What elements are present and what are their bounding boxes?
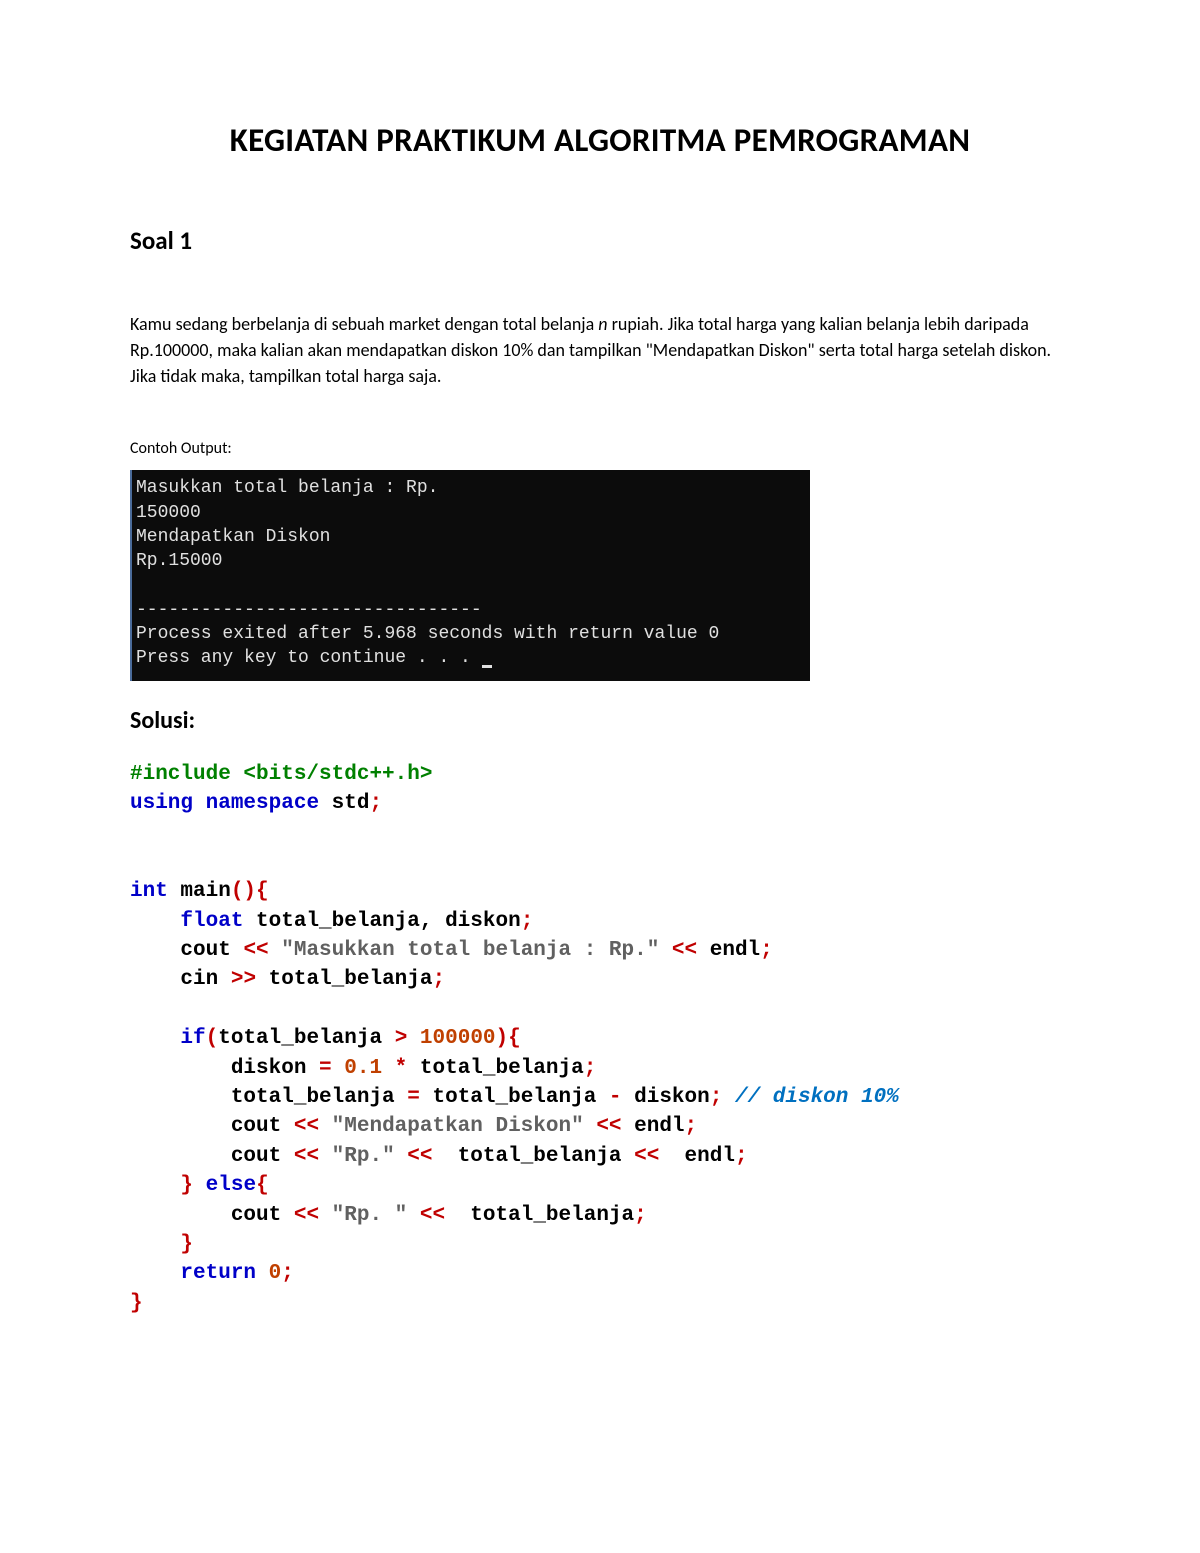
- code-op10: <<: [420, 1204, 458, 1227]
- problem-statement: Kamu sedang berbelanja di sebuah market …: [130, 311, 1070, 389]
- code-zero: 0: [256, 1262, 281, 1285]
- code-star: *: [382, 1057, 420, 1080]
- code-semi9: ;: [634, 1204, 647, 1227]
- code-num2: 0.1: [344, 1057, 382, 1080]
- code-str3: "Rp.": [332, 1145, 395, 1168]
- page-title: KEGIATAN PRAKTIKUM ALGORITMA PEMROGRAMAN: [130, 120, 1070, 160]
- code-op9: <<: [294, 1204, 332, 1227]
- code-str1: "Masukkan total belanja : Rp.": [281, 939, 659, 962]
- code-paren: (){: [231, 880, 269, 903]
- code-semi: ;: [369, 792, 382, 815]
- code-block: #include <bits/stdc++.h> using namespace…: [130, 760, 1070, 1318]
- code-return: return: [180, 1262, 256, 1285]
- code-brace-close2: }: [180, 1233, 193, 1256]
- code-str4: "Rp. ": [332, 1204, 408, 1227]
- variable-n: n: [598, 313, 607, 335]
- code-semi7: ;: [685, 1115, 698, 1138]
- terminal-line-3: Mendapatkan Diskon: [136, 527, 330, 547]
- code-str2: "Mendapatkan Diskon": [332, 1115, 584, 1138]
- code-brace-close1: }: [180, 1174, 193, 1197]
- code-int: int: [130, 880, 168, 903]
- code-semi8: ;: [735, 1145, 748, 1168]
- code-comment: // diskon 10%: [735, 1086, 899, 1109]
- code-cout2: cout: [231, 1115, 294, 1138]
- terminal-line-1: Masukkan total belanja : Rp.: [136, 478, 438, 498]
- output-label: Contoh Output:: [130, 439, 1070, 458]
- code-tb2b: total_belanja: [432, 1086, 596, 1109]
- code-endl3: endl: [672, 1145, 735, 1168]
- code-op1: <<: [243, 939, 281, 962]
- code-float: float: [180, 910, 243, 933]
- code-cin: cin: [180, 968, 230, 991]
- code-endl2: endl: [634, 1115, 684, 1138]
- code-endl1: endl: [710, 939, 760, 962]
- code-op4: <<: [294, 1115, 332, 1138]
- code-condvar: total_belanja: [218, 1027, 394, 1050]
- code-minus: -: [596, 1086, 634, 1109]
- code-tb2: total_belanja: [420, 1057, 584, 1080]
- code-op5: <<: [596, 1115, 634, 1138]
- code-brace-open2: {: [256, 1174, 269, 1197]
- terminal-line-2: 150000: [136, 503, 201, 523]
- code-cout: cout: [180, 939, 243, 962]
- code-vars: total_belanja, diskon: [243, 910, 520, 933]
- cursor-icon: [482, 665, 492, 668]
- code-eq2: =: [407, 1086, 432, 1109]
- code-op3: >>: [231, 968, 269, 991]
- code-std: std: [319, 792, 369, 815]
- code-num1: 100000: [420, 1027, 496, 1050]
- code-cout4: cout: [231, 1204, 294, 1227]
- code-op7: <<: [407, 1145, 445, 1168]
- code-op2: <<: [672, 939, 710, 962]
- code-main: main: [168, 880, 231, 903]
- terminal-line-6: --------------------------------: [136, 600, 482, 620]
- terminal-line-4: Rp.15000: [136, 551, 222, 571]
- code-cond-open: (: [206, 1027, 219, 1050]
- code-op8: <<: [634, 1145, 672, 1168]
- terminal-line-7: Process exited after 5.968 seconds with …: [136, 624, 719, 644]
- heading-soal-1: Soal 1: [130, 225, 1070, 256]
- code-semi10: ;: [281, 1262, 294, 1285]
- code-tb3: total_belanja: [445, 1145, 634, 1168]
- heading-solusi: Solusi:: [130, 706, 1070, 735]
- code-cout3: cout: [231, 1145, 294, 1168]
- code-tb1: total_belanja: [269, 968, 433, 991]
- code-semi2: ;: [521, 910, 534, 933]
- problem-text-before: Kamu sedang berbelanja di sebuah market …: [130, 313, 598, 335]
- code-using: using: [130, 792, 193, 815]
- code-eq1: =: [319, 1057, 344, 1080]
- code-semi6: ;: [710, 1086, 723, 1109]
- code-diskonvar: diskon: [231, 1057, 319, 1080]
- code-semi3: ;: [760, 939, 773, 962]
- code-brace-close3: }: [130, 1292, 143, 1315]
- code-include: #include: [130, 763, 243, 786]
- terminal-line-8: Press any key to continue . . .: [136, 648, 482, 668]
- code-cond-close: ){: [496, 1027, 521, 1050]
- code-semi5: ;: [584, 1057, 597, 1080]
- code-namespace: namespace: [206, 792, 319, 815]
- code-tbassign: total_belanja: [231, 1086, 407, 1109]
- code-op6: <<: [294, 1145, 332, 1168]
- code-diskon2: diskon: [634, 1086, 710, 1109]
- code-gt: >: [395, 1027, 420, 1050]
- code-if: if: [180, 1027, 205, 1050]
- code-lib: <bits/stdc++.h>: [243, 763, 432, 786]
- code-tb4: total_belanja: [458, 1204, 634, 1227]
- code-semi4: ;: [432, 968, 445, 991]
- terminal-output: Masukkan total belanja : Rp. 150000 Mend…: [130, 470, 810, 680]
- code-else: else: [206, 1174, 256, 1197]
